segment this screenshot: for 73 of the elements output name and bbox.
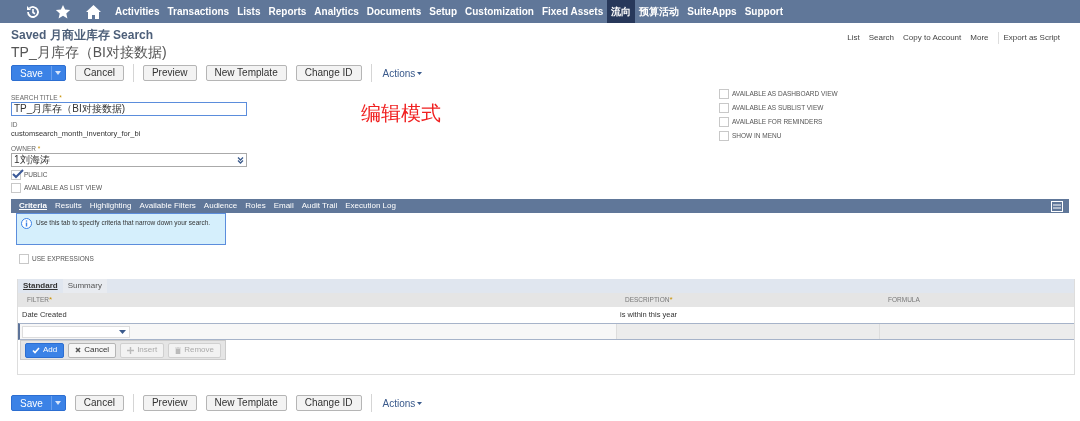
caret-icon (417, 401, 423, 405)
subtab[interactable]: Standard (18, 279, 63, 293)
caret-icon (119, 329, 126, 334)
check-icon (32, 346, 40, 354)
caret-icon (55, 71, 62, 75)
caret-icon (55, 401, 62, 405)
toolbar-button[interactable]: Change ID (295, 65, 362, 81)
checkbox[interactable] (719, 117, 729, 127)
history-icon[interactable] (25, 3, 41, 20)
filter-dropdown[interactable] (22, 325, 130, 338)
search-title-field[interactable]: TP_月库存（BI对接数据) (11, 102, 247, 116)
toolbar-button[interactable]: Preview (142, 395, 197, 411)
tab[interactable]: Audience (199, 199, 242, 213)
tab[interactable]: Results (51, 199, 86, 213)
header-link[interactable]: More (970, 31, 989, 44)
nav-menu-item[interactable]: Analytics (310, 0, 363, 23)
checkbox[interactable] (19, 254, 29, 264)
caret-icon (417, 71, 423, 75)
checkbox[interactable] (719, 89, 729, 99)
star-icon[interactable] (55, 3, 71, 20)
record-name: TP_月库存（BI对接数据) (11, 43, 167, 61)
tab[interactable]: Email (269, 199, 298, 213)
save-button[interactable]: Save (11, 65, 66, 81)
tab[interactable]: Audit Trail (297, 199, 342, 213)
nav-menu-item[interactable]: SuiteApps (683, 0, 741, 23)
toolbar-button[interactable]: Cancel (74, 395, 124, 411)
tab[interactable]: Criteria (15, 199, 51, 213)
header-link[interactable]: Search (868, 31, 895, 44)
annotation-text: 编辑模式 (361, 102, 441, 124)
nav-menu-item[interactable]: Transactions (163, 0, 234, 23)
close-icon (75, 347, 82, 353)
info-icon (21, 218, 32, 229)
toolbar-button[interactable]: New Template (205, 65, 287, 81)
checkbox[interactable] (11, 183, 21, 193)
toolbar-button[interactable]: Preview (142, 65, 197, 81)
row-action-button[interactable]: Add (25, 342, 65, 358)
double-chevron-icon (237, 156, 244, 164)
tab[interactable]: Roles (241, 199, 270, 213)
subtab[interactable]: Summary (62, 279, 107, 293)
nav-menu-item[interactable]: Documents (362, 0, 426, 23)
owner-dropdown[interactable]: 1刘海涛 (11, 153, 247, 167)
nav-menu-item[interactable]: Activities (111, 0, 164, 23)
checkbox[interactable] (719, 131, 729, 141)
tab[interactable]: Available Filters (135, 199, 200, 213)
description-input[interactable] (616, 324, 879, 339)
plus-icon (127, 346, 135, 354)
nav-menu-item[interactable]: 预算活动 (635, 0, 684, 23)
header-link[interactable]: Export as Script (1003, 31, 1060, 44)
home-icon[interactable] (85, 3, 102, 20)
header-link[interactable]: List (847, 31, 860, 44)
tab[interactable]: Highlighting (85, 199, 136, 213)
nav-menu-item[interactable]: Reports (264, 0, 311, 23)
nav-menu-item[interactable]: Customization (461, 0, 538, 23)
toolbar-button[interactable]: Change ID (295, 395, 362, 411)
nav-menu-item[interactable]: Fixed Assets (537, 0, 608, 23)
toolbar-button[interactable]: New Template (205, 395, 287, 411)
trash-icon (175, 346, 182, 354)
nav-menu-item[interactable]: Lists (233, 0, 265, 23)
toolbar-button[interactable]: Cancel (74, 65, 124, 81)
actions-menu[interactable]: Actions (382, 395, 423, 411)
page-title: Saved 月商业库存 Search (11, 28, 155, 43)
formula-input[interactable] (879, 324, 1074, 339)
actions-menu[interactable]: Actions (382, 65, 423, 81)
checkbox[interactable] (11, 170, 21, 180)
nav-menu-item[interactable]: 流向 (607, 0, 636, 23)
checkbox[interactable] (719, 103, 729, 113)
header-link[interactable]: Copy to Account (903, 31, 962, 44)
layout-toggle-icon[interactable] (1051, 200, 1063, 212)
tab[interactable]: Execution Log (341, 199, 400, 213)
nav-menu-item[interactable]: Setup (425, 0, 461, 23)
nav-menu-item[interactable]: Support (740, 0, 787, 23)
row-action-button[interactable]: Cancel (68, 342, 117, 358)
save-button[interactable]: Save (11, 395, 66, 411)
